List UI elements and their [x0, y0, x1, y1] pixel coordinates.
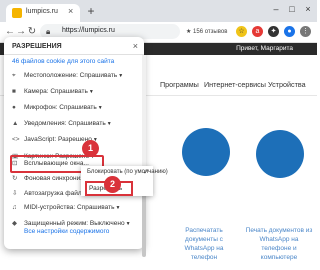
mic-icon: ●	[12, 104, 16, 111]
extension-icon[interactable]: a	[252, 26, 263, 37]
perm-label: JavaScript: Разрешено	[24, 136, 92, 143]
chevron-down-icon: ▼	[125, 221, 131, 227]
step-badge-1: 1	[82, 140, 99, 157]
step-badge-2: 2	[104, 176, 121, 193]
close-window-icon[interactable]: ×	[302, 4, 314, 14]
perm-label: MIDI-устройства: Спрашивать	[24, 204, 115, 211]
tab-lumpics[interactable]: lumpics.ru ×	[6, 4, 80, 22]
star-icon[interactable]: ☆	[236, 26, 247, 37]
sync-icon: ↻	[12, 175, 18, 182]
card2-line-3: телефоне и	[261, 245, 297, 252]
chevron-down-icon: ▼	[88, 89, 94, 95]
reviews-badge[interactable]: ★ 156 отзывов	[186, 28, 227, 35]
lock-icon[interactable]: 🔒︎	[46, 27, 53, 36]
perm-label: Защищенный режим: Выключено	[24, 220, 125, 227]
site-tab-programs[interactable]: Программы	[160, 80, 199, 89]
chevron-down-icon: ▼	[97, 105, 103, 111]
perm-notifications[interactable]: ▲ Уведомления: Спрашивать▼	[12, 120, 112, 130]
site-tab-internet-services[interactable]: Интернет-сервисы	[204, 80, 266, 89]
check-icon: ✓	[143, 169, 149, 176]
card2-line-4: компьютере	[260, 254, 298, 261]
card-title-1[interactable]: Распечатать документы с WhatsApp на теле…	[168, 226, 240, 262]
minimize-icon[interactable]: –	[270, 4, 282, 14]
favicon-icon	[12, 8, 22, 18]
perm-label: Камера: Спрашивать	[24, 88, 88, 95]
popup-scrollbar[interactable]	[142, 55, 146, 257]
site-tab-devices[interactable]: Устройства	[268, 80, 306, 89]
close-tab-icon[interactable]: ×	[68, 6, 73, 16]
chevron-down-icon: ▼	[118, 73, 124, 79]
perm-label: Микрофон: Спрашивать	[24, 104, 97, 111]
chevron-down-icon: ▼	[106, 121, 112, 127]
maximize-icon[interactable]: □	[286, 4, 298, 14]
new-tab-icon[interactable]: +	[84, 4, 98, 18]
location-icon: ⌖	[12, 72, 16, 79]
perm-label: Местоположение: Спрашивать	[24, 72, 118, 79]
perm-midi[interactable]: ♫ MIDI-устройства: Спрашивать▼	[12, 204, 120, 214]
popup-title: РАЗРЕШЕНИЯ	[12, 43, 62, 50]
card1-line-3: WhatsApp на	[184, 245, 224, 252]
tab-bar: lumpics.ru × + – □ ×	[0, 0, 317, 22]
cookies-link[interactable]: 46 файлов cookie для этого сайта	[12, 58, 114, 65]
card1-line-2: документы с	[185, 236, 223, 243]
perm-location[interactable]: ⌖ Местоположение: Спрашивать▼	[12, 72, 123, 82]
download-icon: ⇩	[12, 190, 18, 197]
midi-icon: ♫	[12, 204, 17, 211]
puzzle-icon[interactable]: ✦	[268, 26, 279, 37]
divider	[4, 54, 144, 55]
site-permissions-popup: РАЗРЕШЕНИЯ × 46 файлов cookie для этого …	[4, 37, 146, 257]
profile-icon[interactable]: ●	[284, 26, 295, 37]
card2-line-1: Печать документов из	[245, 227, 313, 234]
card2-line-2: WhatsApp на	[259, 236, 299, 243]
shield-icon: ◆	[12, 220, 17, 227]
card1-line-1: Распечатать	[185, 227, 223, 234]
perm-auto-download[interactable]: ⇩ Автозагрузка файло...	[12, 189, 91, 199]
menu-icon[interactable]: ⋮	[300, 26, 311, 37]
printer-whatsapp-icon[interactable]	[182, 128, 230, 176]
greeting-text[interactable]: Привет, Маргарита	[236, 45, 293, 52]
perm-microphone[interactable]: ● Микрофон: Спрашивать▼	[12, 104, 103, 114]
camera-icon: ■	[12, 88, 16, 95]
code-icon: <>	[12, 136, 20, 143]
card1-line-4: телефон	[190, 254, 218, 261]
card-title-2[interactable]: Печать документов из WhatsApp на телефон…	[242, 226, 316, 262]
all-content-settings-link[interactable]: Все настройки содержимого	[24, 228, 109, 235]
reload-icon[interactable]: ↻	[26, 26, 38, 37]
perm-camera[interactable]: ■ Камера: Спрашивать▼	[12, 88, 94, 98]
tab-title: lumpics.ru	[26, 8, 58, 15]
bell-icon: ▲	[12, 120, 19, 127]
whatsapp-printer-icon[interactable]	[256, 130, 304, 178]
dropdown-option-block-default[interactable]: Блокировать (по умолчанию)	[87, 169, 168, 175]
close-icon[interactable]: ×	[133, 41, 138, 51]
chevron-down-icon: ▼	[115, 205, 121, 211]
perm-label: Уведомления: Спрашивать	[24, 120, 106, 127]
browser-window: lumpics.ru × + – □ × ← → ↻ 🔒︎ https://lu…	[0, 0, 317, 270]
url-text: https://lumpics.ru	[62, 27, 115, 34]
